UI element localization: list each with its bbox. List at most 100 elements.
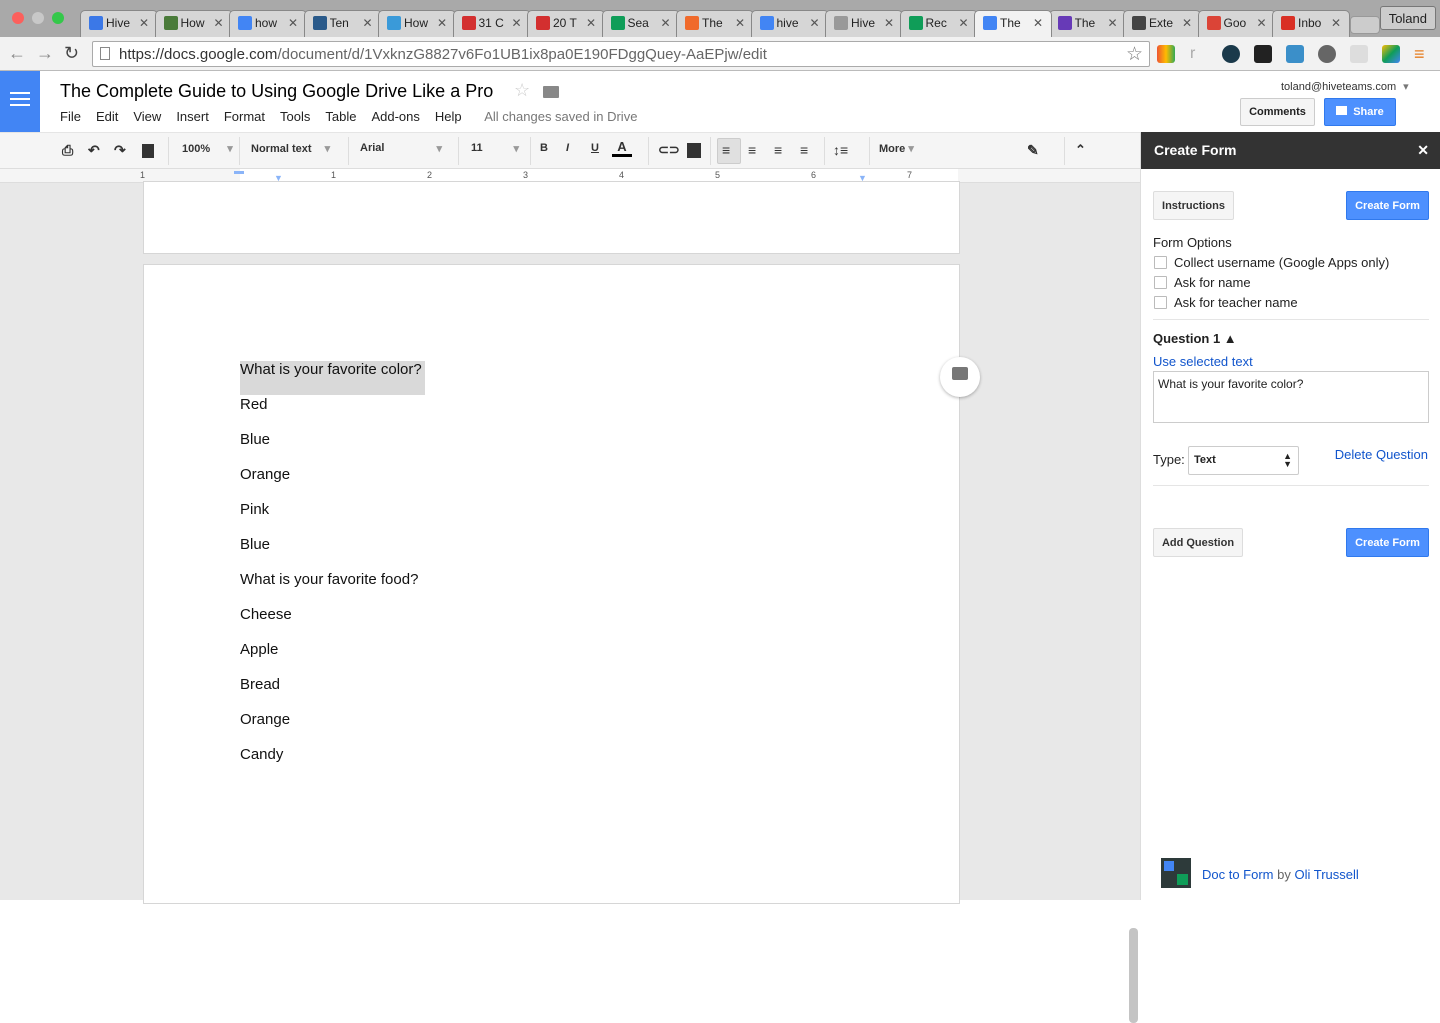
browser-tab[interactable]: how ✕ bbox=[229, 10, 307, 37]
document-paragraph[interactable]: Orange bbox=[240, 711, 290, 728]
document-paragraph[interactable]: Bread bbox=[240, 676, 280, 693]
document-paragraph[interactable]: Blue bbox=[240, 536, 270, 553]
document-paragraph[interactable]: Candy bbox=[240, 746, 283, 763]
document-title[interactable]: The Complete Guide to Using Google Drive… bbox=[60, 81, 493, 102]
close-tab-icon[interactable]: ✕ bbox=[958, 16, 968, 30]
collapse-menu-icon[interactable]: ⌃ bbox=[1075, 142, 1086, 158]
browser-tab[interactable]: How ✕ bbox=[154, 10, 233, 37]
new-tab-button[interactable] bbox=[1350, 16, 1380, 34]
maximize-window-button[interactable] bbox=[52, 12, 64, 24]
bold-button[interactable]: B bbox=[540, 142, 548, 154]
extension-icon[interactable] bbox=[1157, 45, 1175, 63]
browser-tab[interactable]: Hive ✕ bbox=[80, 10, 158, 37]
menu-help[interactable]: Help bbox=[435, 109, 462, 124]
chrome-menu-icon[interactable]: ≡ bbox=[1414, 44, 1425, 65]
menu-table[interactable]: Table bbox=[325, 109, 356, 124]
drive-icon[interactable] bbox=[1382, 45, 1400, 63]
checkbox[interactable] bbox=[1154, 276, 1167, 289]
more-button[interactable]: More ▾ bbox=[879, 142, 914, 155]
close-tab-icon[interactable]: ✕ bbox=[660, 16, 670, 30]
reload-icon[interactable]: ↻ bbox=[64, 43, 79, 64]
close-tab-icon[interactable]: ✕ bbox=[288, 16, 298, 30]
share-button[interactable]: Share bbox=[1324, 98, 1396, 126]
document-paragraph[interactable]: Orange bbox=[240, 466, 290, 483]
document-paragraph[interactable]: Cheese bbox=[240, 606, 292, 623]
comment-insert-icon[interactable] bbox=[687, 143, 701, 158]
close-tab-icon[interactable]: ✕ bbox=[884, 16, 894, 30]
undo-icon[interactable]: ↶ bbox=[88, 142, 100, 159]
account-menu[interactable]: toland@hiveteams.com ▾ bbox=[1281, 80, 1409, 93]
print-icon[interactable]: ⎙ bbox=[62, 142, 73, 159]
justify-icon[interactable]: ≡ bbox=[800, 142, 808, 158]
browser-tab[interactable]: 20 T ✕ bbox=[527, 10, 605, 37]
close-icon[interactable]: ✕ bbox=[1417, 142, 1429, 159]
close-tab-icon[interactable]: ✕ bbox=[139, 16, 149, 30]
use-selected-text-link[interactable]: Use selected text bbox=[1153, 354, 1253, 369]
document-paragraph[interactable]: Apple bbox=[240, 641, 278, 658]
back-icon[interactable]: ← bbox=[8, 43, 26, 64]
document-paragraph[interactable]: Red bbox=[240, 396, 268, 413]
folder-icon[interactable] bbox=[543, 86, 559, 98]
profile-button[interactable]: Toland bbox=[1379, 6, 1436, 30]
question-heading[interactable]: Question 1 ▲ bbox=[1153, 331, 1237, 346]
buffer-icon[interactable] bbox=[1254, 45, 1272, 63]
zoom-select[interactable]: 100% ▾ bbox=[182, 142, 233, 155]
style-select[interactable]: Normal text ▾ bbox=[251, 142, 330, 155]
checkbox[interactable] bbox=[1154, 296, 1167, 309]
comments-button[interactable]: Comments bbox=[1240, 98, 1315, 126]
forward-icon[interactable]: → bbox=[36, 43, 54, 64]
font-select[interactable]: Arial ▾ bbox=[360, 142, 442, 155]
close-window-button[interactable] bbox=[12, 12, 24, 24]
browser-tab[interactable]: Inbo ✕ bbox=[1272, 10, 1350, 37]
close-tab-icon[interactable]: ✕ bbox=[586, 16, 596, 30]
bookmark-star-icon[interactable]: ☆ bbox=[1126, 43, 1143, 66]
browser-tab[interactable]: Hive ✕ bbox=[825, 10, 903, 37]
menu-addons[interactable]: Add-ons bbox=[371, 109, 419, 124]
option-ask-teacher-name[interactable]: Ask for teacher name bbox=[1154, 295, 1298, 310]
extension-r-icon[interactable]: r bbox=[1190, 45, 1208, 63]
close-tab-icon[interactable]: ✕ bbox=[437, 16, 447, 30]
instructions-button[interactable]: Instructions bbox=[1153, 191, 1234, 220]
close-tab-icon[interactable]: ✕ bbox=[809, 16, 819, 30]
question-textarea[interactable]: What is your favorite color? bbox=[1153, 371, 1429, 423]
close-tab-icon[interactable]: ✕ bbox=[1107, 16, 1117, 30]
close-tab-icon[interactable]: ✕ bbox=[362, 16, 372, 30]
extension-100-icon[interactable] bbox=[1286, 45, 1304, 63]
underline-button[interactable]: U bbox=[591, 142, 599, 154]
option-ask-name[interactable]: Ask for name bbox=[1154, 275, 1251, 290]
docs-home-icon[interactable] bbox=[0, 71, 40, 132]
link-icon[interactable]: ⊂⊃ bbox=[658, 142, 680, 158]
editing-mode-pencil-icon[interactable]: ✎ bbox=[1027, 142, 1039, 159]
browser-tab[interactable]: 31 C ✕ bbox=[452, 10, 531, 37]
url-input[interactable]: https://docs.google.com/document/d/1Vxkn… bbox=[92, 41, 1150, 67]
delete-question-link[interactable]: Delete Question bbox=[1335, 447, 1428, 462]
close-tab-icon[interactable]: ✕ bbox=[735, 16, 745, 30]
close-tab-icon[interactable]: ✕ bbox=[1256, 16, 1266, 30]
browser-tab[interactable]: Rec ✕ bbox=[899, 10, 978, 37]
menu-edit[interactable]: Edit bbox=[96, 109, 118, 124]
browser-tab[interactable]: Goo ✕ bbox=[1197, 10, 1276, 37]
type-select[interactable]: Text ▲ ▼ bbox=[1188, 446, 1299, 475]
menu-file[interactable]: File bbox=[60, 109, 81, 124]
line-spacing-icon[interactable]: ↕≡ bbox=[833, 142, 848, 158]
create-form-button[interactable]: Create Form bbox=[1346, 191, 1429, 220]
browser-tab[interactable]: How ✕ bbox=[378, 10, 456, 37]
menu-tools[interactable]: Tools bbox=[280, 109, 310, 124]
close-tab-icon[interactable]: ✕ bbox=[1033, 16, 1043, 30]
align-right-icon[interactable]: ≡ bbox=[774, 142, 782, 158]
menu-insert[interactable]: Insert bbox=[176, 109, 209, 124]
document-paragraph[interactable]: What is your favorite food? bbox=[240, 571, 418, 588]
document-paragraph[interactable]: Blue bbox=[240, 431, 270, 448]
extension-icon[interactable] bbox=[1318, 45, 1336, 63]
scrollbar[interactable] bbox=[1129, 928, 1138, 1023]
save-status[interactable]: All changes saved in Drive bbox=[484, 109, 637, 124]
font-size-select[interactable]: 11 ▾ bbox=[471, 142, 519, 155]
extension-icon[interactable] bbox=[1350, 45, 1368, 63]
menu-format[interactable]: Format bbox=[224, 109, 265, 124]
close-tab-icon[interactable]: ✕ bbox=[1182, 16, 1192, 30]
option-collect-username[interactable]: Collect username (Google Apps only) bbox=[1154, 255, 1389, 270]
browser-tab[interactable]: The ✕ bbox=[974, 10, 1052, 37]
checkbox[interactable] bbox=[1154, 256, 1167, 269]
close-tab-icon[interactable]: ✕ bbox=[1331, 16, 1341, 30]
redo-icon[interactable]: ↷ bbox=[114, 142, 126, 159]
